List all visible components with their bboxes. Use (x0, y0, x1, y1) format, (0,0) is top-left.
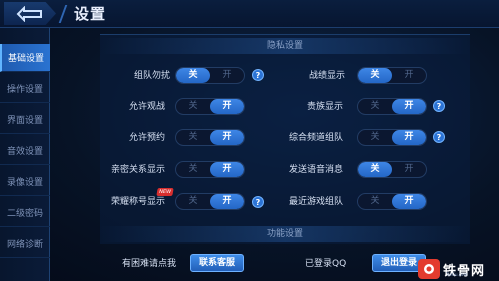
sidebar-item-sound[interactable]: 音效设置 (0, 137, 50, 165)
toggle-allow-booking[interactable]: 关 开 (175, 129, 245, 146)
sidebar-item-interface[interactable]: 界面设置 (0, 106, 50, 134)
toggle-noble-display[interactable]: 关 开 (357, 98, 427, 115)
sidebar-item-basic[interactable]: 基础设置 (0, 44, 50, 72)
help-icon[interactable]: ? (433, 100, 445, 112)
functions-section-title: 功能设置 (100, 226, 470, 242)
setting-label-honor-title: 荣耀称号显示 (110, 197, 165, 207)
setting-label-intimacy-display: 亲密关系显示 (110, 165, 165, 175)
setting-label-channel-team: 综合频道组队 (288, 133, 343, 143)
watermark-logo-icon (418, 259, 440, 279)
toggle-recent-team[interactable]: 关 开 (357, 193, 427, 210)
login-status-text: 已登录QQ (305, 259, 347, 269)
toggle-on-option: 开 (392, 194, 426, 209)
settings-screen: 设置 基础设置 操作设置 界面设置 音效设置 录像设置 二级密码 网络诊断 隐私… (0, 0, 499, 281)
setting-label-record-display: 战绩显示 (308, 71, 345, 81)
toggle-voice-message[interactable]: 关 开 (357, 161, 427, 178)
setting-label-recent-team: 最近游戏组队 (288, 197, 343, 207)
toggle-on-option: 开 (210, 162, 244, 177)
toggle-team-dnd[interactable]: 关 开 (175, 67, 245, 84)
privacy-section-title: 隐私设置 (100, 38, 470, 54)
setting-label-team-dnd: 组队勿扰 (133, 71, 170, 81)
toggle-on-option: 开 (210, 130, 244, 145)
toggle-honor-title[interactable]: 关 开 (175, 193, 245, 210)
setting-label-voice-message: 发送语音消息 (288, 165, 343, 175)
toggle-on-option: 开 (392, 99, 426, 114)
toggle-allow-spectate[interactable]: 关 开 (175, 98, 245, 115)
header-bar: 设置 (0, 0, 499, 28)
toggle-off-option: 关 (188, 132, 198, 142)
toggle-on-option: 开 (392, 130, 426, 145)
toggle-channel-team[interactable]: 关 开 (357, 129, 427, 146)
back-arrow-icon (16, 5, 42, 22)
watermark-url: TieGu.com (446, 272, 468, 277)
setting-label-noble-display: 贵族显示 (306, 102, 343, 112)
toggle-off-option: 关 (358, 162, 392, 177)
toggle-off-option: 关 (370, 196, 380, 206)
sidebar-item-controls[interactable]: 操作设置 (0, 75, 50, 103)
toggle-off-option: 关 (188, 101, 198, 111)
page-title: 设置 (74, 5, 107, 23)
toggle-record-display[interactable]: 关 开 (357, 67, 427, 84)
sidebar-item-replay[interactable]: 录像设置 (0, 168, 50, 196)
toggle-on-option: 开 (404, 70, 414, 80)
sidebar-item-secondary-password[interactable]: 二级密码 (0, 199, 50, 227)
toggle-off-option: 关 (176, 68, 210, 83)
new-badge: NEW (156, 188, 174, 196)
setting-label-allow-booking: 允许预约 (128, 133, 165, 143)
toggle-on-option: 开 (210, 194, 244, 209)
toggle-off-option: 关 (370, 101, 380, 111)
sidebar-item-network-diagnosis[interactable]: 网络诊断 (0, 230, 50, 258)
toggle-on-option: 开 (210, 99, 244, 114)
help-prompt-text: 有困难请点我 (122, 259, 177, 269)
toggle-off-option: 关 (370, 132, 380, 142)
contact-service-button[interactable]: 联系客服 (190, 254, 244, 272)
setting-label-allow-spectate: 允许观战 (128, 102, 165, 112)
toggle-off-option: 关 (358, 68, 392, 83)
toggle-off-option: 关 (188, 196, 198, 206)
back-button[interactable] (4, 2, 56, 25)
toggle-on-option: 开 (222, 70, 232, 80)
toggle-off-option: 关 (188, 164, 198, 174)
toggle-intimacy-display[interactable]: 关 开 (175, 161, 245, 178)
help-icon[interactable]: ? (433, 131, 445, 143)
header-divider (58, 5, 68, 23)
toggle-on-option: 开 (404, 164, 414, 174)
settings-sidebar: 基础设置 操作设置 界面设置 音效设置 录像设置 二级密码 网络诊断 (0, 28, 50, 281)
